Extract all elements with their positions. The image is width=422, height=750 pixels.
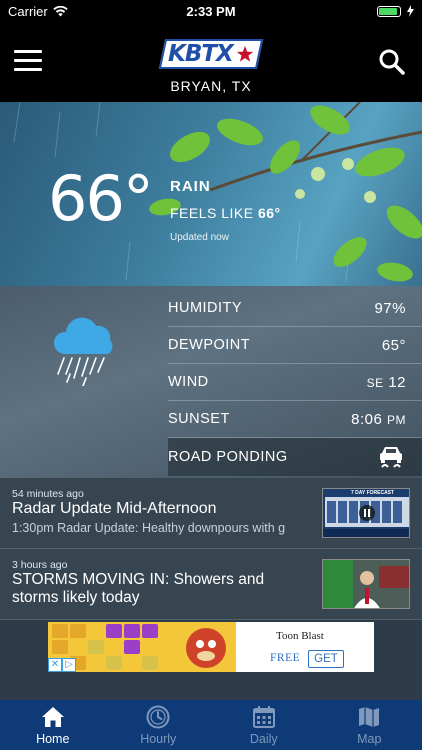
kbtx-logo: KBTX: [158, 39, 264, 71]
news-item[interactable]: 54 minutes ago Radar Update Mid-Afternoo…: [0, 478, 422, 549]
tab-daily-label: Daily: [249, 732, 278, 746]
tab-map[interactable]: Map: [317, 700, 422, 750]
humidity-label: HUMIDITY: [168, 300, 243, 316]
sunset-label: SUNSET: [168, 411, 230, 427]
battery-icon: [377, 5, 401, 17]
hamburger-line: [14, 68, 42, 71]
rain-cloud-icon: [53, 317, 113, 386]
home-icon: [41, 707, 64, 727]
news-thumbnail: [322, 559, 410, 609]
thumb-caption: 7 DAY FORECAST: [351, 490, 395, 496]
charging-icon: [407, 5, 414, 17]
tab-bar: Home Hourly Daily Map: [0, 700, 422, 750]
tab-map-label: Map: [357, 732, 382, 746]
hamburger-line: [14, 50, 42, 53]
dewpoint-value: 65°: [381, 336, 406, 354]
wind-value: SE 12: [367, 374, 406, 391]
clock-icon: [146, 705, 170, 729]
ad-close-icon[interactable]: ✕: [48, 658, 62, 672]
ad-artwork: [48, 622, 236, 672]
wind-speed: 12: [388, 373, 406, 391]
humidity-row: HUMIDITY 97%: [168, 290, 422, 327]
map-icon: [359, 707, 380, 727]
road-ponding-row[interactable]: ROAD PONDING: [168, 438, 422, 476]
status-right: [377, 5, 414, 17]
news-title: Radar Update Mid-Afternoon: [12, 500, 217, 517]
sunset-time: 8:06: [351, 410, 383, 428]
wind-row: WIND SE 12: [168, 364, 422, 401]
feels-like-label: FEELS LIKE: [170, 205, 254, 221]
logo-text: KBTX: [168, 41, 234, 67]
status-bar: Carrier 2:33 PM: [0, 0, 422, 22]
news-list: 54 minutes ago Radar Update Mid-Afternoo…: [0, 478, 422, 620]
ad-strip: Toon Blast FREE GET ✕ ▷: [0, 620, 422, 700]
calendar-icon: [252, 706, 275, 728]
sunset-value: 8:06 PM: [351, 411, 406, 428]
carrier-group: Carrier: [8, 4, 68, 19]
sunset-suffix: PM: [387, 412, 406, 427]
news-item[interactable]: 3 hours ago STORMS MOVING IN: Showers an…: [0, 549, 422, 620]
thumbnail-studio-image: [323, 560, 409, 608]
feels-like-value: 66°: [257, 205, 281, 221]
wifi-icon: [53, 5, 68, 16]
feels-like: FEELS LIKE 66°: [170, 205, 281, 221]
road-ponding-label: ROAD PONDING: [168, 449, 288, 465]
updated-label: Updated now: [170, 232, 229, 243]
news-title: STORMS MOVING IN: Showers and storms lik…: [12, 571, 265, 606]
ad-price: FREE: [270, 652, 301, 664]
tab-home-label: Home: [36, 732, 70, 746]
menu-button[interactable]: [14, 50, 42, 72]
carrier-label: Carrier: [8, 3, 48, 19]
ad-game-art-image: [48, 622, 236, 672]
ad-badges: ✕ ▷: [48, 658, 76, 672]
hamburger-line: [14, 59, 42, 62]
location-label: BRYAN, TX: [170, 78, 252, 94]
ad-choices-icon[interactable]: ▷: [62, 658, 76, 672]
texas-star-icon: [236, 45, 254, 62]
tab-daily[interactable]: Daily: [211, 700, 317, 750]
battery-level: [379, 7, 397, 15]
detail-list: HUMIDITY 97% DEWPOINT 65° WIND SE 12 SUN…: [168, 290, 422, 476]
search-button[interactable]: [378, 48, 406, 76]
humidity-value: 97%: [374, 299, 406, 317]
news-time: 3 hours ago: [12, 559, 68, 571]
wind-label: WIND: [168, 374, 209, 390]
app-header: KBTX BRYAN, TX: [0, 22, 422, 102]
dewpoint-label: DEWPOINT: [168, 337, 251, 353]
news-thumbnail: 7 DAY FORECAST: [322, 488, 410, 538]
tab-home[interactable]: Home: [0, 700, 106, 750]
tab-hourly[interactable]: Hourly: [106, 700, 212, 750]
sunset-row: SUNSET 8:06 PM: [168, 401, 422, 438]
news-description: 1:30pm Radar Update: Healthy downpours w…: [12, 521, 286, 535]
news-time: 54 minutes ago: [12, 488, 84, 500]
dewpoint-row: DEWPOINT 65°: [168, 327, 422, 364]
wind-direction: SE: [366, 375, 384, 390]
advertisement-banner[interactable]: Toon Blast FREE GET ✕ ▷: [48, 622, 374, 672]
current-temperature: 66°: [48, 162, 154, 235]
current-condition: RAIN: [170, 178, 211, 195]
search-icon: [379, 49, 405, 75]
tab-hourly-label: Hourly: [140, 732, 177, 746]
thumbnail-forecast-image: [323, 497, 409, 537]
weather-details: HUMIDITY 97% DEWPOINT 65° WIND SE 12 SUN…: [0, 286, 422, 478]
current-conditions: 66° RAIN FEELS LIKE 66° Updated now: [0, 102, 422, 286]
ad-get-button[interactable]: GET: [308, 650, 344, 668]
ad-title: Toon Blast: [276, 630, 324, 642]
road-ponding-car-icon: [380, 447, 402, 468]
